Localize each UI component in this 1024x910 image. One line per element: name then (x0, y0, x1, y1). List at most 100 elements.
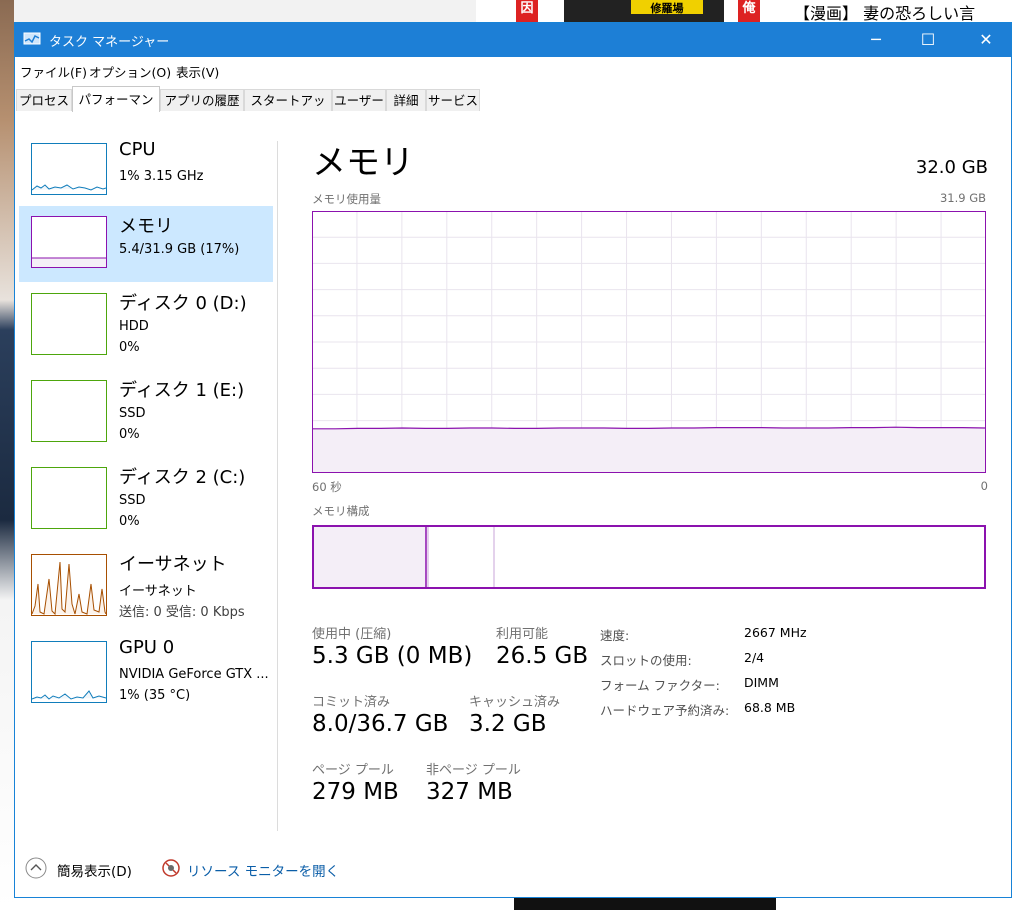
resource-item-disk2[interactable]: ディスク 2 (C:) SSD 0% (19, 457, 273, 533)
form-factor-label: フォーム ファクター: (600, 678, 720, 693)
resource-list: CPU 1% 3.15 GHz メモリ 5.4/31.9 GB (17%) ディ… (19, 113, 277, 843)
resource-value: 送信: 0 受信: 0 Kbps (119, 605, 245, 620)
disk2-thumbnail-graph (31, 467, 107, 529)
menu-options[interactable]: オプション(O) (89, 62, 171, 81)
background-headline: 【漫画】 妻の恐ろしい言 (794, 4, 976, 22)
resource-subtitle: イーサネット (119, 584, 197, 599)
composition-in-use (314, 527, 426, 587)
footer-bar: 簡易表示(D) リソース モニターを開く (15, 843, 1011, 897)
tab-details[interactable]: 詳細 (386, 89, 426, 111)
memory-usage-series-area (313, 427, 985, 472)
usage-graph-label: メモリ使用量 (312, 192, 381, 206)
memory-details-panel: メモリ 32.0 GB メモリ使用量 31.9 GB 60 秒 0 メモリ構成 (312, 113, 988, 843)
window-title: タスク マネージャー (49, 35, 170, 50)
chevron-up-icon (25, 857, 47, 879)
resource-subtitle: 5.4/31.9 GB (17%) (119, 242, 240, 257)
graph-axis-right: 0 (980, 479, 988, 493)
resource-item-cpu[interactable]: CPU 1% 3.15 GHz (19, 133, 273, 209)
resource-monitor-label: リソース モニターを開く (187, 864, 340, 880)
resource-value: 0% (119, 340, 140, 355)
usage-graph-max: 31.9 GB (939, 191, 986, 205)
committed-value: 8.0/36.7 GB (312, 711, 449, 737)
close-button[interactable]: ✕ (963, 23, 1009, 57)
tab-app-history[interactable]: アプリの履歴 (160, 89, 244, 111)
background-right (1012, 22, 1024, 910)
resource-item-gpu0[interactable]: GPU 0 NVIDIA GeForce GTX ... 1% (35 °C) (19, 631, 273, 707)
slots-label: スロットの使用: (600, 653, 692, 668)
speed-label: 速度: (600, 628, 630, 643)
in-use-label: 使用中 (圧縮) (312, 627, 392, 642)
resource-title: GPU 0 (119, 637, 175, 658)
resource-value: 0% (119, 427, 140, 442)
hardware-reserved-label: ハードウェア予約済み: (600, 703, 730, 718)
resource-subtitle: NVIDIA GeForce GTX ... (119, 667, 269, 682)
nonpaged-pool-value: 327 MB (426, 779, 513, 805)
resource-title: メモリ (119, 216, 173, 237)
background-webpage-strip: 因 修羅場 俺 【漫画】 妻の恐ろしい言 (476, 0, 1024, 22)
tab-processes[interactable]: プロセス (16, 89, 72, 111)
disk1-thumbnail-graph (31, 380, 107, 442)
committed-label: コミット済み (312, 695, 391, 710)
desktop-background-left (0, 0, 14, 910)
task-manager-icon (23, 32, 41, 45)
menu-bar: ファイル(F) オプション(O) 表示(V) (15, 57, 1011, 81)
tab-services[interactable]: サービス (426, 89, 480, 111)
resource-item-disk0[interactable]: ディスク 0 (D:) HDD 0% (19, 283, 273, 359)
resource-title: CPU (119, 139, 156, 160)
sidebar-divider (277, 141, 278, 831)
available-value: 26.5 GB (496, 643, 589, 669)
resource-subtitle: HDD (119, 319, 149, 334)
tab-startup[interactable]: スタートアップ (244, 89, 332, 130)
resource-title: ディスク 2 (C:) (119, 467, 246, 488)
composition-label: メモリ構成 (312, 504, 370, 518)
resource-item-memory[interactable]: メモリ 5.4/31.9 GB (17%) (19, 206, 273, 282)
cached-value: 3.2 GB (469, 711, 547, 737)
slots-value: 2/4 (744, 650, 765, 665)
tab-bar: プロセス パフォーマンス アプリの履歴 スタートアップ ユーザー 詳細 サービス (15, 81, 1011, 133)
graph-axis-left: 60 秒 (312, 480, 342, 494)
resource-title: ディスク 1 (E:) (119, 380, 245, 401)
form-factor-value: DIMM (744, 675, 779, 690)
tab-users[interactable]: ユーザー (332, 89, 386, 111)
resource-value: 0% (119, 514, 140, 529)
page-title: メモリ (312, 143, 414, 183)
performance-content: CPU 1% 3.15 GHz メモリ 5.4/31.9 GB (17%) ディ… (15, 113, 1011, 843)
fewer-details-label: 簡易表示(D) (57, 864, 132, 880)
background-tag-2: 俺 (738, 0, 760, 22)
title-bar[interactable]: タスク マネージャー ─ ☐ ✕ (15, 23, 1011, 57)
nonpaged-pool-label: 非ページ プール (426, 763, 521, 778)
in-use-value: 5.3 GB (0 MB) (312, 643, 473, 669)
resource-item-ethernet[interactable]: イーサネット イーサネット 送信: 0 受信: 0 Kbps (19, 544, 273, 620)
resource-monitor-icon (162, 859, 180, 877)
disk0-thumbnail-graph (31, 293, 107, 355)
resource-subtitle: 1% 3.15 GHz (119, 169, 204, 184)
paged-pool-value: 279 MB (312, 779, 399, 805)
resource-title: イーサネット (119, 554, 227, 575)
cached-label: キャッシュ済み (469, 695, 561, 710)
resource-subtitle: SSD (119, 493, 146, 508)
background-tag-yellow: 修羅場 (631, 0, 703, 15)
task-manager-window: タスク マネージャー ─ ☐ ✕ ファイル(F) オプション(O) 表示(V) … (14, 22, 1012, 898)
menu-view[interactable]: 表示(V) (176, 62, 219, 81)
tab-performance[interactable]: パフォーマンス (72, 86, 160, 133)
memory-composition-bar (312, 525, 986, 589)
memory-thumbnail-graph (31, 216, 107, 268)
ethernet-thumbnail-graph (31, 554, 107, 616)
resource-item-disk1[interactable]: ディスク 1 (E:) SSD 0% (19, 370, 273, 446)
memory-total: 32.0 GB (915, 157, 988, 178)
gpu-thumbnail-graph (31, 641, 107, 703)
background-tag: 因 (516, 0, 538, 22)
paged-pool-label: ページ プール (312, 763, 394, 778)
memory-usage-graph (312, 211, 986, 473)
minimize-button[interactable]: ─ (853, 23, 899, 57)
available-label: 利用可能 (496, 627, 549, 642)
cpu-thumbnail-graph (31, 143, 107, 195)
background-bottom (14, 898, 1024, 910)
resource-title: ディスク 0 (D:) (119, 293, 247, 314)
hardware-reserved-value: 68.8 MB (744, 700, 796, 715)
menu-file[interactable]: ファイル(F) (20, 62, 87, 81)
resource-value: 1% (35 °C) (119, 688, 191, 703)
resource-subtitle: SSD (119, 406, 146, 421)
speed-value: 2667 MHz (744, 625, 807, 640)
maximize-button[interactable]: ☐ (905, 23, 951, 57)
